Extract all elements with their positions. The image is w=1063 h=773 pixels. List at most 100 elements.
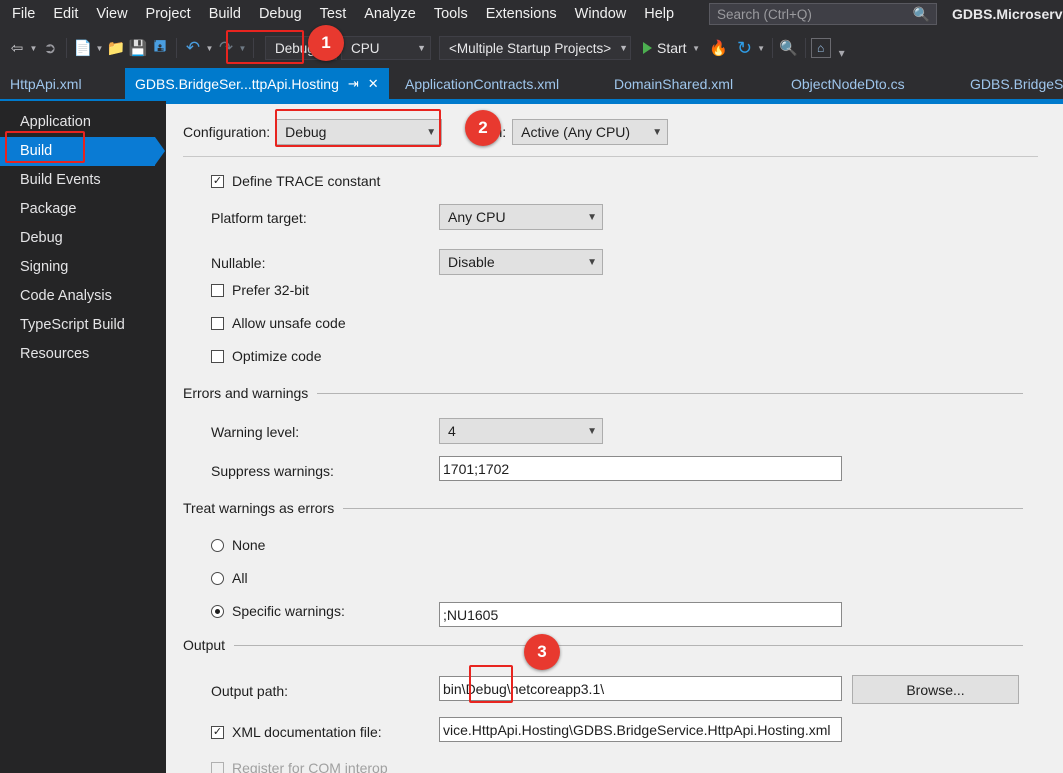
propnav-item-debug[interactable]: Debug	[0, 224, 166, 253]
toolbar-separator	[804, 38, 806, 58]
home-icon[interactable]: ⌂	[810, 38, 831, 58]
treat-none-radio-row[interactable]: None	[211, 537, 265, 553]
search-input[interactable]: Search (Ctrl+Q) 🔍	[709, 3, 937, 25]
propnav-item-typescript-build[interactable]: TypeScript Build	[0, 311, 166, 340]
menu-item-help[interactable]: Help	[635, 0, 683, 28]
toolbar-platform-value: CPU	[351, 40, 380, 56]
propnav-item-build-events[interactable]: Build Events	[0, 166, 166, 195]
tab-objectnodedto-cs[interactable]: ObjectNodeDto.cs	[781, 68, 915, 99]
tab-applicationcontracts-xml[interactable]: ApplicationContracts.xml	[395, 68, 569, 99]
treat-specific-radio[interactable]	[211, 604, 224, 618]
allow-unsafe-checkbox-row[interactable]: Allow unsafe code	[211, 315, 346, 331]
browse-button[interactable]: Browse...	[852, 675, 1019, 704]
propnav-item-label: Resources	[20, 346, 90, 362]
toolbar-platform-combo[interactable]: CPU ▼	[341, 36, 431, 60]
restart-icon[interactable]: ↻	[734, 36, 756, 60]
output-group-header: Output	[183, 637, 1023, 653]
tab-label: ObjectNodeDto.cs	[791, 75, 905, 92]
chevron-down-icon: ▼	[417, 43, 426, 53]
propnav-item-label: TypeScript Build	[20, 317, 125, 333]
propnav-item-signing[interactable]: Signing	[0, 253, 166, 282]
propnav-item-package[interactable]: Package	[0, 195, 166, 224]
treat-all-radio-row[interactable]: All	[211, 570, 248, 586]
search-placeholder: Search (Ctrl+Q)	[717, 6, 812, 22]
xml-doc-checkbox[interactable]: ✓	[211, 725, 224, 739]
propnav-item-code-analysis[interactable]: Code Analysis	[0, 282, 166, 311]
restart-dropdown-icon[interactable]: ▼	[756, 36, 767, 60]
menu-item-analyze[interactable]: Analyze	[355, 0, 425, 28]
navigate-back-icon[interactable]: ⇦	[6, 36, 28, 60]
menu-item-project[interactable]: Project	[137, 0, 200, 28]
platform-combo[interactable]: Active (Any CPU) ▼	[512, 119, 669, 145]
allow-unsafe-label: Allow unsafe code	[232, 315, 346, 331]
tab-label: ApplicationContracts.xml	[405, 75, 560, 92]
toolbar-overflow-icon[interactable]: ▾	[831, 36, 853, 60]
navigate-back-dropdown-icon[interactable]: ▼	[28, 36, 39, 60]
tab-gdbs-bridgeservice[interactable]: GDBS.BridgeSe	[960, 68, 1063, 99]
start-debug-button[interactable]: Start	[641, 40, 687, 56]
propnav-item-build[interactable]: Build	[0, 137, 166, 166]
platform-target-combo[interactable]: Any CPU ▼	[439, 204, 603, 230]
suppress-warnings-value: 1701;1702	[443, 460, 510, 477]
menu-item-extensions[interactable]: Extensions	[477, 0, 566, 28]
warning-level-combo[interactable]: 4 ▼	[439, 418, 603, 444]
tab-httpapi-xml[interactable]: HttpApi.xml	[0, 68, 92, 99]
start-dropdown-icon[interactable]: ▼	[691, 36, 702, 60]
menu-item-view[interactable]: View	[87, 0, 136, 28]
startup-project-combo[interactable]: <Multiple Startup Projects> ▼	[439, 36, 631, 60]
chevron-down-icon: ▼	[426, 126, 437, 138]
open-file-icon[interactable]: 📁	[105, 36, 127, 60]
search-icon: 🔍	[912, 5, 930, 22]
annotation-badge-3: 3	[524, 634, 560, 670]
treat-none-radio[interactable]	[211, 538, 224, 552]
play-icon	[643, 42, 652, 54]
nullable-combo[interactable]: Disable ▼	[439, 249, 603, 275]
propnav-item-resources[interactable]: Resources	[0, 340, 166, 369]
menu-item-edit[interactable]: Edit	[44, 0, 87, 28]
menu-item-test[interactable]: Test	[311, 0, 356, 28]
treat-specific-radio-row[interactable]: Specific warnings:	[211, 603, 345, 619]
tab-gdbs-bridgeservice-httpapi-hosting[interactable]: GDBS.BridgeSer...ttpApi.Hosting ⇥ ✕	[125, 68, 389, 99]
prefer-32bit-checkbox[interactable]	[211, 283, 224, 297]
prefer-32bit-checkbox-row[interactable]: Prefer 32-bit	[211, 282, 309, 298]
find-in-files-icon[interactable]: 🔍	[778, 36, 800, 60]
tab-label: DomainShared.xml	[614, 75, 734, 92]
xml-doc-input[interactable]: vice.HttpApi.Hosting\GDBS.BridgeService.…	[439, 717, 842, 742]
menu-item-file[interactable]: File	[0, 0, 44, 28]
configuration-value: Debug	[285, 124, 327, 140]
redo-icon[interactable]: ↷	[215, 36, 237, 60]
xml-doc-checkbox-row[interactable]: ✓ XML documentation file:	[211, 724, 382, 740]
hot-reload-icon[interactable]: 🔥	[708, 36, 730, 60]
suppress-warnings-input[interactable]: 1701;1702	[439, 456, 842, 481]
group-divider-line	[317, 392, 1023, 394]
redo-dropdown-icon[interactable]: ▼	[237, 36, 248, 60]
nullable-label: Nullable:	[211, 255, 266, 271]
allow-unsafe-checkbox[interactable]	[211, 316, 224, 330]
tab-domainshared-xml[interactable]: DomainShared.xml	[604, 68, 743, 99]
define-trace-checkbox[interactable]: ✓	[211, 174, 224, 188]
treat-all-radio[interactable]	[211, 571, 224, 585]
new-item-dropdown-icon[interactable]: ▼	[94, 36, 105, 60]
close-icon[interactable]: ✕	[368, 76, 379, 92]
pin-icon[interactable]: ⇥	[348, 76, 359, 92]
warning-level-label: Warning level:	[211, 424, 300, 440]
new-item-icon[interactable]: 📄	[72, 36, 94, 60]
undo-dropdown-icon[interactable]: ▼	[204, 36, 215, 60]
tab-label: GDBS.BridgeSer...ttpApi.Hosting	[135, 75, 339, 92]
menu-item-debug[interactable]: Debug	[250, 0, 311, 28]
specific-warnings-input[interactable]: ;NU1605	[439, 602, 842, 627]
undo-icon[interactable]: ↶	[182, 36, 204, 60]
com-interop-label: Register for COM interop	[232, 760, 388, 773]
menu-item-build[interactable]: Build	[200, 0, 250, 28]
menu-item-window[interactable]: Window	[566, 0, 636, 28]
propnav-item-application[interactable]: Application	[0, 108, 166, 137]
menu-item-tools[interactable]: Tools	[425, 0, 477, 28]
save-icon[interactable]: 💾	[127, 36, 149, 60]
save-all-icon[interactable]: 🖪	[149, 36, 171, 60]
navigate-forward-icon[interactable]: ➲	[39, 36, 61, 60]
optimize-code-checkbox-row[interactable]: Optimize code	[211, 348, 321, 364]
output-path-input[interactable]: bin\Debug\netcoreapp3.1\	[439, 676, 842, 701]
define-trace-checkbox-row[interactable]: ✓ Define TRACE constant	[211, 173, 380, 189]
optimize-code-checkbox[interactable]	[211, 349, 224, 363]
configuration-combo[interactable]: Debug ▼	[276, 119, 443, 145]
